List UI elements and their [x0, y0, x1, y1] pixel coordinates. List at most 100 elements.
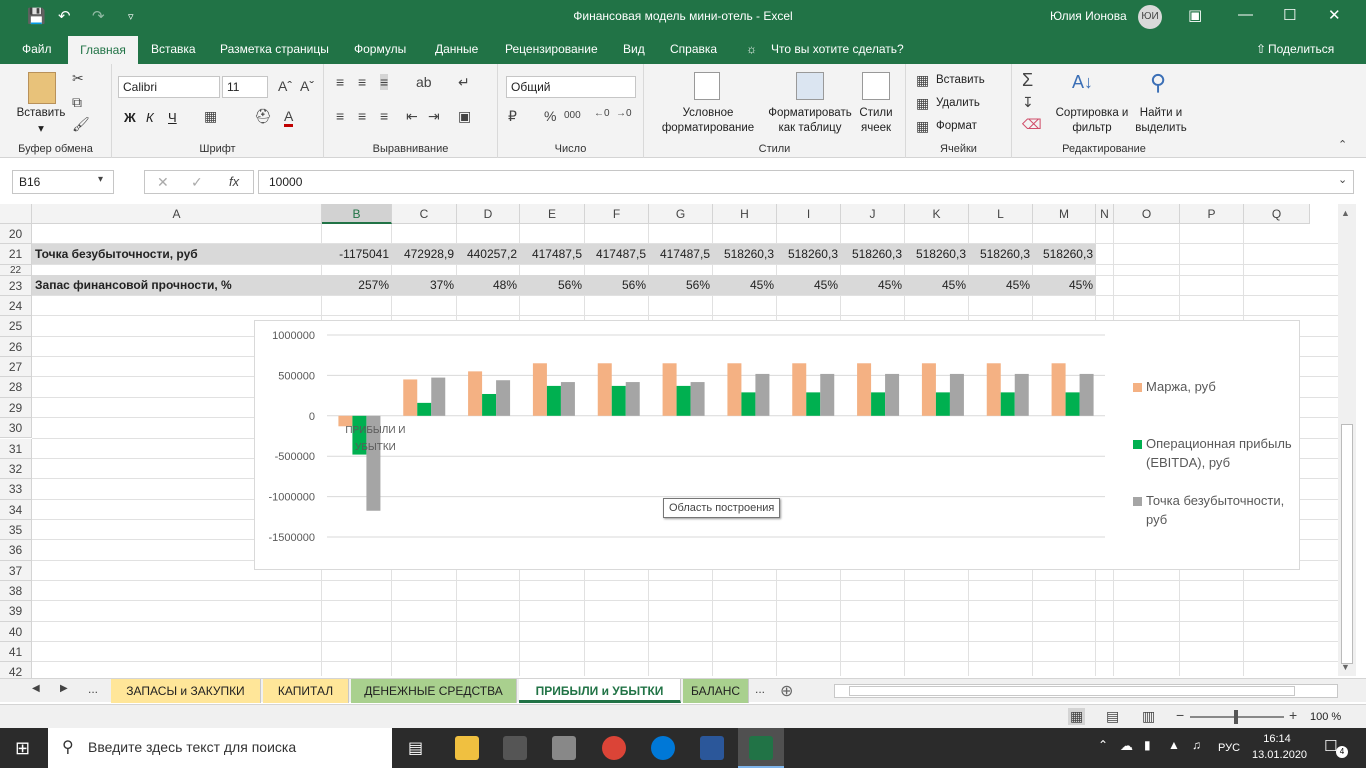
sheet-tab-stocks[interactable]: ЗАПАСЫ и ЗАКУПКИ — [111, 679, 261, 703]
scroll-thumb[interactable] — [1341, 424, 1353, 664]
row-header-30[interactable]: 30 — [0, 418, 32, 439]
onedrive-icon[interactable]: ☁ — [1120, 738, 1133, 754]
chart[interactable]: 1000000 500000 0 -500000 -1000000 -1500000 ПРИ… — [254, 320, 1300, 570]
bar-series0-cat10[interactable] — [986, 363, 1001, 416]
col-header-B[interactable]: B — [322, 204, 392, 224]
bar-series2-cat10[interactable] — [1014, 373, 1029, 416]
cell-E-row23[interactable]: 56% — [520, 278, 582, 292]
tab-file[interactable]: Файл — [22, 42, 52, 56]
tray-chevron-icon[interactable]: ⌃ — [1098, 738, 1108, 752]
name-box-dropdown-icon[interactable]: ▾ — [98, 174, 103, 185]
file-explorer-icon[interactable] — [455, 736, 479, 760]
cell-D-row21[interactable]: 440257,2 — [457, 247, 517, 261]
maximize-icon[interactable]: ☐ — [1283, 6, 1296, 24]
col-header-M[interactable]: M — [1033, 204, 1096, 224]
row-header-32[interactable]: 32 — [0, 458, 32, 480]
delete-cells-button[interactable]: Удалить — [936, 96, 980, 111]
minimize-icon[interactable]: — — [1238, 6, 1253, 23]
wrap-text-icon[interactable]: ↵ — [458, 74, 470, 91]
row-header-20[interactable]: 20 — [0, 224, 32, 245]
bar-series1-cat2[interactable] — [482, 393, 497, 416]
col-header-H[interactable]: H — [713, 204, 777, 224]
tab-insert[interactable]: Вставка — [151, 42, 196, 56]
col-header-G[interactable]: G — [649, 204, 713, 224]
bar-series2-cat7[interactable] — [820, 373, 835, 416]
bar-series0-cat4[interactable] — [597, 363, 612, 416]
col-header-Q[interactable]: Q — [1244, 204, 1310, 224]
page-break-view-icon[interactable]: ▥ — [1142, 708, 1155, 725]
conditional-formatting-button[interactable]: Условное форматирование — [648, 106, 768, 136]
format-cells-button[interactable]: Формат — [936, 119, 977, 134]
taskbar-search[interactable]: ⚲ Введите здесь текст для поиска — [48, 728, 392, 768]
insert-cells-button[interactable]: Вставить — [936, 73, 985, 88]
find-select-button[interactable]: Найти и выделить — [1130, 106, 1192, 136]
cell-styles-button[interactable]: Стили ячеек — [856, 106, 896, 136]
horizontal-scrollbar[interactable] — [834, 684, 1338, 698]
tab-page-layout[interactable]: Разметка страницы — [220, 42, 329, 56]
cell-F-row23[interactable]: 56% — [585, 278, 646, 292]
tab-home[interactable]: Главная — [68, 36, 138, 64]
align-top-icon[interactable]: ≡ — [336, 74, 344, 90]
align-right-icon[interactable]: ≡ — [380, 108, 388, 124]
row-header-41[interactable]: 41 — [0, 642, 32, 663]
collapse-ribbon-icon[interactable]: ⌃ — [1338, 138, 1347, 151]
sheet-tab-capital[interactable]: КАПИТАЛ — [263, 679, 349, 703]
task-view-icon[interactable]: ▤ — [408, 738, 423, 758]
windows-start-icon[interactable]: ⊞ — [15, 738, 30, 759]
bar-series1-cat1[interactable] — [417, 402, 432, 416]
zoom-slider-thumb[interactable] — [1234, 710, 1238, 724]
normal-view-icon[interactable]: ▦ — [1068, 708, 1086, 725]
bar-series0-cat6[interactable] — [727, 363, 742, 416]
cell-H-row21[interactable]: 518260,3 — [713, 247, 774, 261]
scroll-down-icon[interactable]: ▼ — [1341, 662, 1350, 672]
col-header-I[interactable]: I — [777, 204, 841, 224]
cell-D-row23[interactable]: 48% — [457, 278, 517, 292]
cut-icon[interactable]: ✂ — [72, 70, 84, 87]
row-header-40[interactable]: 40 — [0, 621, 32, 642]
format-painter-icon[interactable]: 🖌 — [72, 116, 90, 133]
share-button[interactable]: Поделиться — [1268, 42, 1334, 56]
add-sheet-icon[interactable]: ⊕ — [780, 681, 793, 701]
bar-series1-cat5[interactable] — [676, 385, 691, 416]
bar-series1-cat11[interactable] — [1065, 392, 1080, 416]
bar-series0-cat11[interactable] — [1051, 363, 1066, 416]
cell-K-row21[interactable]: 518260,3 — [905, 247, 966, 261]
row-header-22[interactable]: 22 — [0, 264, 32, 276]
bar-series2-cat1[interactable] — [431, 377, 446, 416]
more-sheets-right[interactable]: ... — [755, 682, 765, 696]
cell-I-row21[interactable]: 518260,3 — [777, 247, 838, 261]
store-icon[interactable] — [503, 736, 527, 760]
bar-series1-cat6[interactable] — [741, 392, 756, 416]
percent-icon[interactable]: % — [544, 108, 556, 124]
bar-series1-cat8[interactable] — [871, 392, 886, 416]
breakeven-label[interactable]: Точка безубыточности, руб — [35, 247, 198, 261]
legend-margin[interactable]: Маржа, руб — [1146, 377, 1296, 396]
number-format-select[interactable]: Общий — [506, 76, 636, 98]
underline-button[interactable]: Ч — [168, 110, 177, 125]
scroll-up-icon[interactable]: ▲ — [1341, 208, 1350, 218]
orientation-icon[interactable]: ab — [416, 74, 432, 90]
word-icon[interactable] — [700, 736, 724, 760]
mail-icon[interactable] — [552, 736, 576, 760]
row-header-23[interactable]: 23 — [0, 275, 32, 297]
bar-series2-cat3[interactable] — [560, 382, 575, 416]
col-header-L[interactable]: L — [969, 204, 1033, 224]
bar-series0-cat8[interactable] — [857, 363, 872, 416]
user-name[interactable]: Юлия Ионова — [1050, 9, 1127, 23]
align-middle-icon[interactable]: ≡ — [358, 74, 366, 90]
language-indicator[interactable]: РУС — [1218, 741, 1240, 756]
col-header-O[interactable]: O — [1114, 204, 1180, 224]
row-header-29[interactable]: 29 — [0, 397, 32, 419]
bar-series1-cat7[interactable] — [806, 392, 821, 416]
row-header-38[interactable]: 38 — [0, 580, 32, 602]
clock-date[interactable]: 13.01.2020 — [1252, 748, 1307, 763]
row-header-27[interactable]: 27 — [0, 357, 32, 378]
align-bottom-icon[interactable]: ≡ — [380, 74, 389, 90]
align-left-icon[interactable]: ≡ — [336, 108, 344, 124]
cell-B-row21[interactable]: -1175041 — [322, 247, 389, 261]
bar-series1-cat10[interactable] — [1000, 392, 1015, 416]
row-header-21[interactable]: 21 — [0, 244, 32, 265]
bar-series2-cat2[interactable] — [496, 380, 511, 416]
col-header-E[interactable]: E — [520, 204, 585, 224]
clock-time[interactable]: 16:14 — [1252, 732, 1302, 747]
